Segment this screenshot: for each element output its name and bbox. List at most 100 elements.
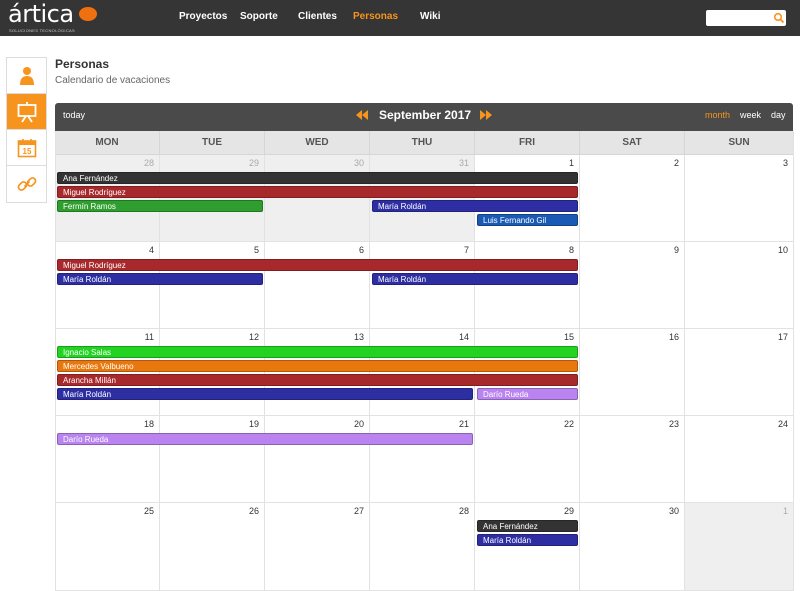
day-number: 20 bbox=[353, 419, 364, 429]
vacation-event[interactable]: Ana Fernández bbox=[477, 520, 578, 532]
day-cell[interactable]: 4 bbox=[55, 242, 160, 329]
nav-item-soporte[interactable]: Soporte bbox=[240, 0, 278, 36]
search-icon[interactable] bbox=[773, 12, 785, 24]
vacation-event[interactable]: María Roldán bbox=[477, 534, 578, 546]
nav-item-clientes[interactable]: Clientes bbox=[298, 0, 337, 36]
day-number: 10 bbox=[777, 245, 788, 255]
day-number: 30 bbox=[668, 506, 679, 516]
day-cell[interactable]: 2 bbox=[580, 155, 685, 242]
day-number: 4 bbox=[148, 245, 154, 255]
vacation-event[interactable]: Miguel Rodríguez bbox=[57, 259, 578, 271]
day-cell[interactable]: 24 bbox=[685, 416, 794, 503]
view-day-button[interactable]: day bbox=[771, 103, 786, 127]
vacation-event[interactable]: Mercedes Valbueno bbox=[57, 360, 578, 372]
day-cell[interactable]: 31 bbox=[370, 155, 475, 242]
day-number: 16 bbox=[668, 332, 679, 342]
day-cell[interactable]: 11 bbox=[55, 329, 160, 416]
weekday-header: THU bbox=[370, 131, 475, 155]
previous-month-icon[interactable] bbox=[355, 109, 369, 121]
day-cell[interactable]: 13 bbox=[265, 329, 370, 416]
vacation-event[interactable]: Ignacio Salas bbox=[57, 346, 578, 358]
day-cell[interactable]: 10 bbox=[685, 242, 794, 329]
day-cell[interactable]: 19 bbox=[160, 416, 265, 503]
day-cell[interactable]: 22 bbox=[475, 416, 580, 503]
day-cell[interactable]: 26 bbox=[160, 503, 265, 591]
day-cell[interactable]: 14 bbox=[370, 329, 475, 416]
day-number: 19 bbox=[248, 419, 259, 429]
vacation-event[interactable]: Luis Fernando Gil bbox=[477, 214, 578, 226]
person-icon bbox=[19, 66, 34, 85]
day-cell[interactable]: 30 bbox=[580, 503, 685, 591]
day-number: 27 bbox=[353, 506, 364, 516]
day-cell[interactable]: 23 bbox=[580, 416, 685, 503]
day-number: 11 bbox=[144, 332, 154, 342]
day-number: 28 bbox=[458, 506, 469, 516]
top-navigation-bar: ártica SOLUCIONES TECNOLÓGICAS Proyectos… bbox=[0, 0, 800, 36]
artica-logo[interactable]: ártica SOLUCIONES TECNOLÓGICAS bbox=[8, 0, 98, 33]
rail-item-link[interactable] bbox=[7, 166, 46, 202]
day-cell[interactable]: 1 bbox=[475, 155, 580, 242]
day-cell[interactable]: 9 bbox=[580, 242, 685, 329]
rail-item-calendar[interactable]: 15 bbox=[7, 130, 46, 166]
vacation-event[interactable]: Arancha Millán bbox=[57, 374, 578, 386]
day-cell[interactable]: 21 bbox=[370, 416, 475, 503]
presentation-board-icon bbox=[17, 101, 36, 122]
day-cell[interactable]: 17 bbox=[685, 329, 794, 416]
vacation-event[interactable]: Ana Fernández bbox=[57, 172, 578, 184]
vacation-event[interactable]: Darío Rueda bbox=[57, 433, 473, 445]
logo-mark-icon bbox=[79, 7, 97, 21]
day-cell[interactable]: 18 bbox=[55, 416, 160, 503]
day-cell[interactable]: 28 bbox=[370, 503, 475, 591]
day-cell[interactable]: 6 bbox=[265, 242, 370, 329]
day-number: 18 bbox=[143, 419, 154, 429]
day-cell[interactable]: 8 bbox=[475, 242, 580, 329]
vacation-event[interactable]: María Roldán bbox=[372, 200, 578, 212]
day-cell[interactable]: 7 bbox=[370, 242, 475, 329]
view-month-button[interactable]: month bbox=[705, 103, 730, 127]
day-cell[interactable]: 15 bbox=[475, 329, 580, 416]
weekday-header: WED bbox=[265, 131, 370, 155]
day-cell[interactable]: 29 bbox=[475, 503, 580, 591]
calendar-icon-number: 15 bbox=[22, 147, 31, 156]
search-input[interactable] bbox=[708, 11, 770, 25]
vacation-event[interactable]: María Roldán bbox=[372, 273, 578, 285]
day-cell[interactable]: 12 bbox=[160, 329, 265, 416]
day-cell[interactable]: 20 bbox=[265, 416, 370, 503]
weekday-header: SUN bbox=[685, 131, 794, 155]
day-cell[interactable]: 29 bbox=[160, 155, 265, 242]
day-cell[interactable]: 5 bbox=[160, 242, 265, 329]
next-month-icon[interactable] bbox=[479, 109, 493, 121]
weekday-header: FRI bbox=[475, 131, 580, 155]
day-cell[interactable]: 28 bbox=[55, 155, 160, 242]
vacation-event[interactable]: María Roldán bbox=[57, 388, 473, 400]
day-cell[interactable]: 30 bbox=[265, 155, 370, 242]
day-cell[interactable]: 16 bbox=[580, 329, 685, 416]
day-cell[interactable]: 3 bbox=[685, 155, 794, 242]
nav-item-personas[interactable]: Personas bbox=[353, 0, 398, 36]
rail-item-presentation[interactable] bbox=[7, 94, 46, 130]
day-cell[interactable]: 27 bbox=[265, 503, 370, 591]
view-week-button[interactable]: week bbox=[740, 103, 761, 127]
vacation-event[interactable]: Fermín Ramos bbox=[57, 200, 263, 212]
day-number: 5 bbox=[253, 245, 259, 255]
day-number: 22 bbox=[563, 419, 574, 429]
day-cell[interactable]: 25 bbox=[55, 503, 160, 591]
nav-item-proyectos[interactable]: Proyectos bbox=[179, 0, 227, 36]
vacation-event[interactable]: Darío Rueda bbox=[477, 388, 578, 400]
section-icon-rail: 15 bbox=[6, 57, 47, 203]
weekday-header: SAT bbox=[580, 131, 685, 155]
nav-item-wiki[interactable]: Wiki bbox=[420, 0, 440, 36]
day-number: 8 bbox=[568, 245, 574, 255]
day-number: 3 bbox=[782, 158, 788, 168]
vacation-event[interactable]: Miguel Rodríguez bbox=[57, 186, 578, 198]
vacation-event[interactable]: María Roldán bbox=[57, 273, 263, 285]
day-number: 6 bbox=[358, 245, 364, 255]
today-button[interactable]: today bbox=[63, 103, 85, 128]
page-subtitle: Calendario de vacaciones bbox=[55, 75, 171, 86]
weekday-header: MON bbox=[55, 131, 160, 155]
rail-item-person[interactable] bbox=[7, 58, 46, 94]
logo-text: ártica bbox=[8, 0, 74, 28]
day-cell[interactable]: 1 bbox=[685, 503, 794, 591]
day-number: 12 bbox=[248, 332, 259, 342]
day-number: 28 bbox=[143, 158, 154, 168]
